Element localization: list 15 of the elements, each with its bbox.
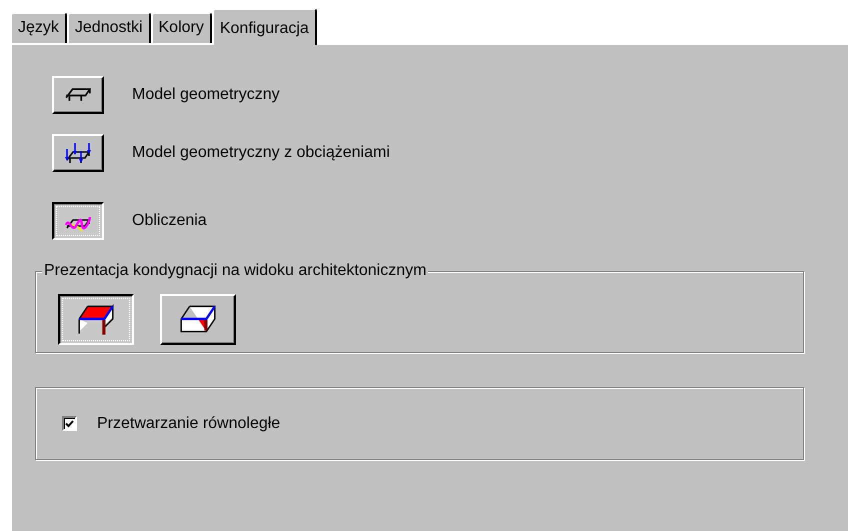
tab[interactable]: Język bbox=[10, 12, 67, 43]
floor-view-button[interactable] bbox=[58, 294, 134, 345]
view-mode-button[interactable] bbox=[52, 202, 104, 240]
view-mode-label: Model geometryczny bbox=[132, 85, 280, 105]
tab[interactable]: Jednostki bbox=[66, 12, 150, 43]
group-title: Prezentacja kondygnacji na widoku architektonicznym bbox=[42, 261, 428, 281]
checkbox-label[interactable]: Przetwarzanie równoległe bbox=[97, 412, 280, 436]
view-mode-label: Obliczenia bbox=[132, 211, 207, 231]
checkbox[interactable] bbox=[62, 416, 77, 431]
tab[interactable]: Kolory bbox=[150, 12, 212, 43]
tab[interactable]: Konfiguracja bbox=[212, 8, 317, 45]
geometry-icon bbox=[65, 88, 91, 102]
checkmark-icon bbox=[65, 420, 74, 428]
view-mode-label: Model geometryczny z obciążeniami bbox=[132, 143, 390, 163]
load-arrows-icon bbox=[64, 141, 92, 165]
